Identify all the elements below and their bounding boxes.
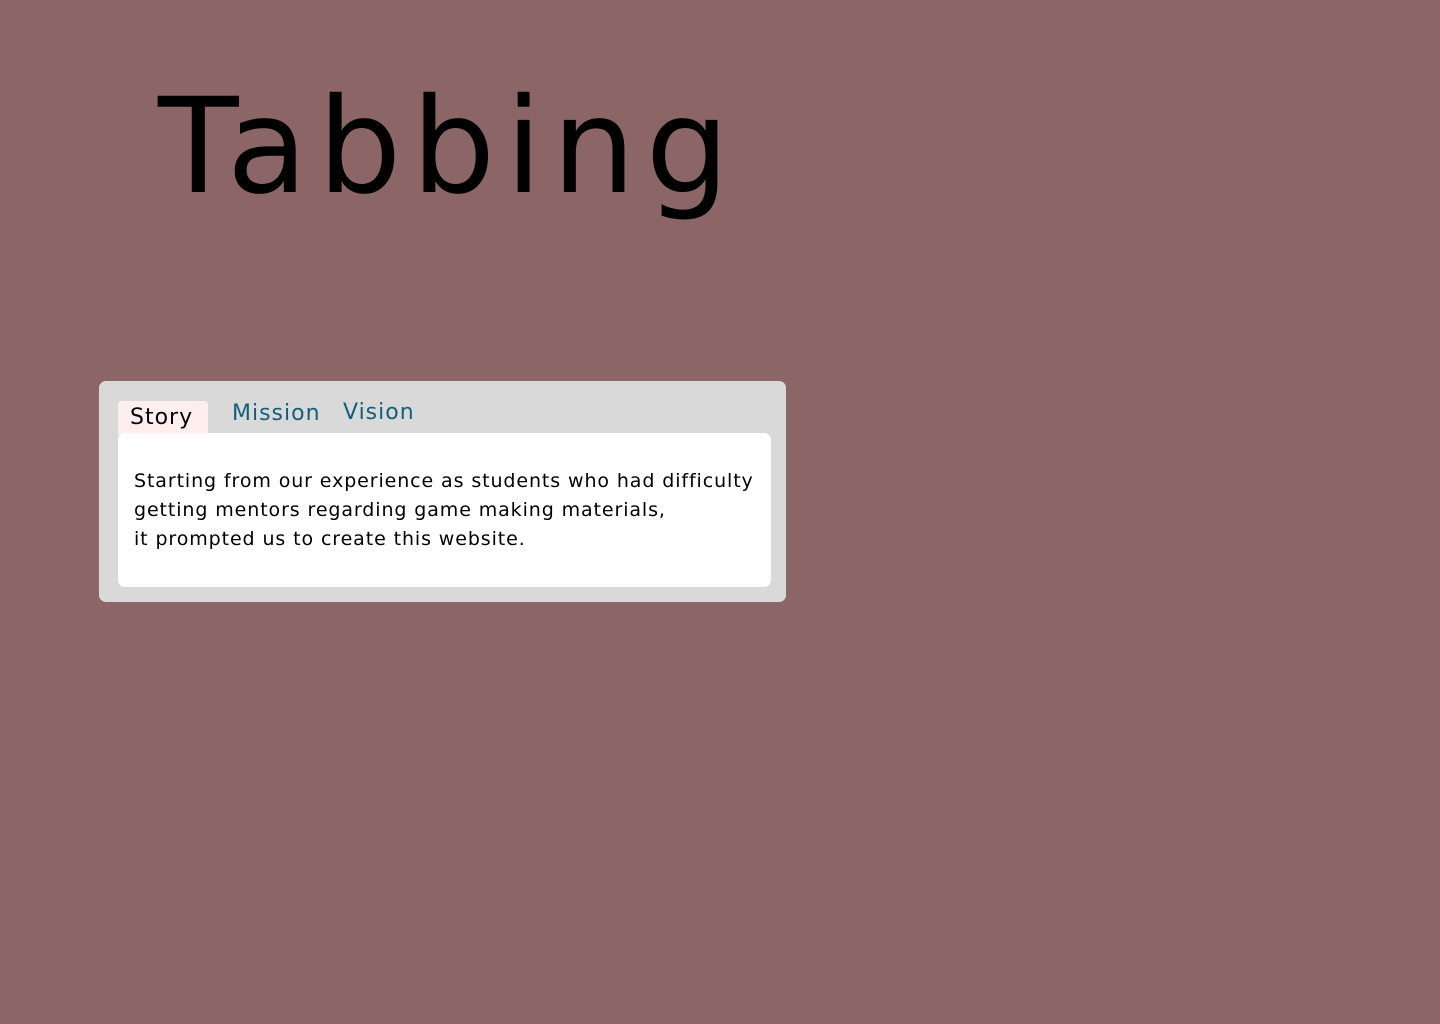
story-text-line-1: Starting from our experience as students… <box>134 470 754 492</box>
page-title: Tabbing <box>158 70 740 224</box>
tab-widget: Story Mission Vision Starting from our e… <box>99 381 786 602</box>
tab-story[interactable]: Story <box>118 401 208 437</box>
tab-mission[interactable]: Mission <box>232 399 321 429</box>
tab-vision[interactable]: Vision <box>343 398 415 428</box>
story-text-line-3: it prompted us to create this website. <box>134 528 526 550</box>
tab-content-panel: Starting from our experience as students… <box>118 433 771 587</box>
story-text-line-2: getting mentors regarding game making ma… <box>134 499 666 521</box>
